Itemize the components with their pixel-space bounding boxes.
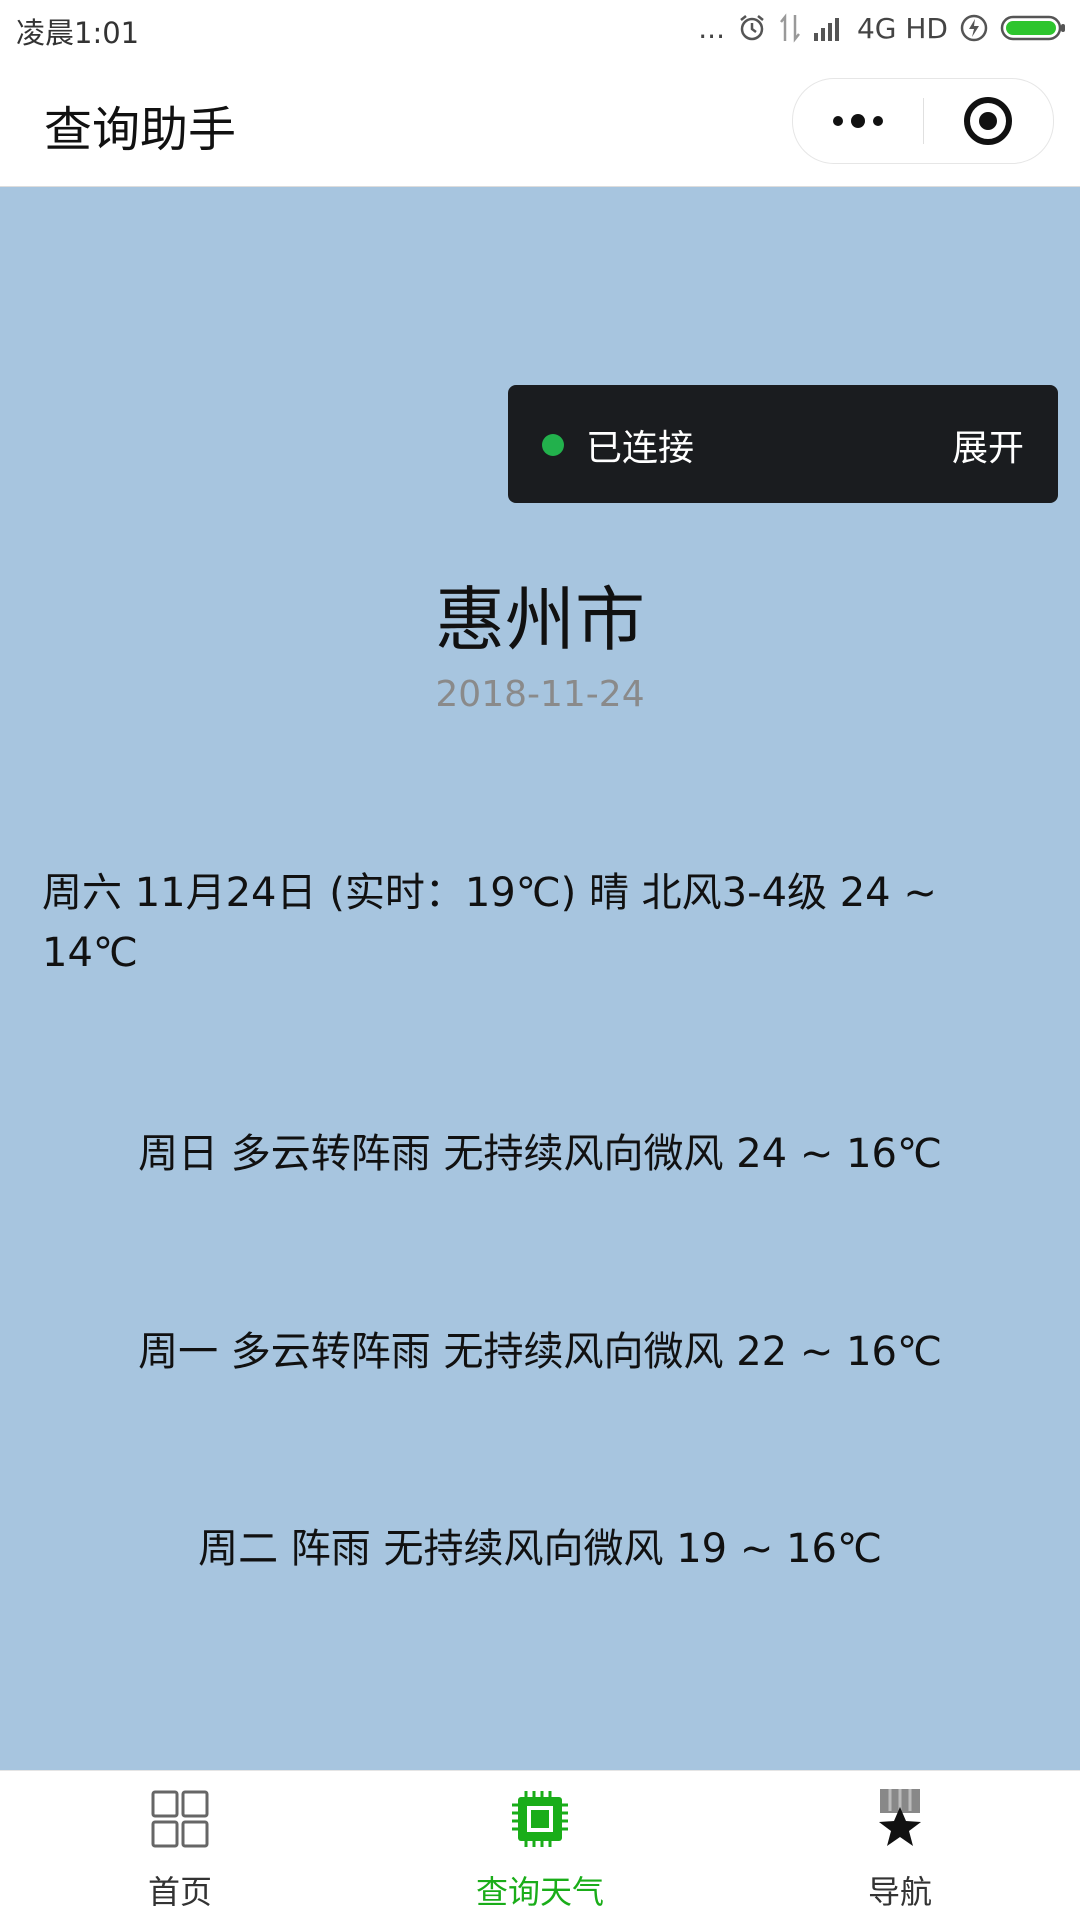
tab-weather-label: 查询天气 [475,1873,604,1911]
mini-program-capsule [792,78,1054,164]
forecast-day-1: 周日 多云转阵雨 无持续风向微风 24 ~ 16℃ [138,1131,942,1177]
forecast-day-3: 周二 阵雨 无持续风向微风 19 ~ 16℃ [198,1526,882,1572]
close-button[interactable] [924,79,1054,163]
today-weather: 周六 11月24日 (实时：19℃) 晴 北风3-4级 24 ~ 14℃ [42,870,937,976]
status-bar: 凌晨1:01 ... 4G HD [0,0,1080,58]
expand-button[interactable]: 展开 [952,419,1024,471]
network-type: 4G HD [856,11,948,45]
status-icons: ... 4G HD [698,8,1066,48]
data-transfer-icon [779,13,800,43]
star-medal-icon [879,1789,921,1846]
more-dots-icon [832,114,883,128]
grid-icon [151,1790,209,1848]
navigation-bar: 查询助手 [0,58,1080,187]
tab-navigation[interactable]: 导航 [720,1771,1080,1921]
forecast-day-2: 周一 多云转阵雨 无持续风向微风 22 ~ 16℃ [138,1329,942,1375]
tab-home-label: 首页 [147,1873,212,1911]
charging-icon [960,14,988,42]
weather-content: 已连接 展开 惠州市 2018-11-24 周六 11月24日 (实时：19℃)… [0,187,1080,1770]
tab-bar: 首页 查询天气 导航 [0,1770,1080,1921]
page-title: 查询助手 [44,102,237,158]
target-circle-icon [964,97,1013,145]
connected-status-dot [542,434,564,456]
city-name: 惠州市 [435,579,645,661]
battery-icon [1000,15,1065,41]
tab-home[interactable]: 首页 [0,1771,360,1921]
connection-toast: 已连接 展开 [508,385,1058,503]
alarm-icon [740,15,764,41]
status-time: 凌晨1:01 [16,16,140,50]
tab-navigation-label: 导航 [867,1873,932,1911]
more-button[interactable] [793,79,923,163]
signal-icon [813,18,839,41]
tab-weather[interactable]: 查询天气 [360,1771,720,1921]
chip-icon [512,1791,568,1847]
weather-date: 2018-11-24 [435,674,645,715]
more-notifications-icon: ... [698,11,725,45]
connection-status-label: 已连接 [586,428,695,469]
